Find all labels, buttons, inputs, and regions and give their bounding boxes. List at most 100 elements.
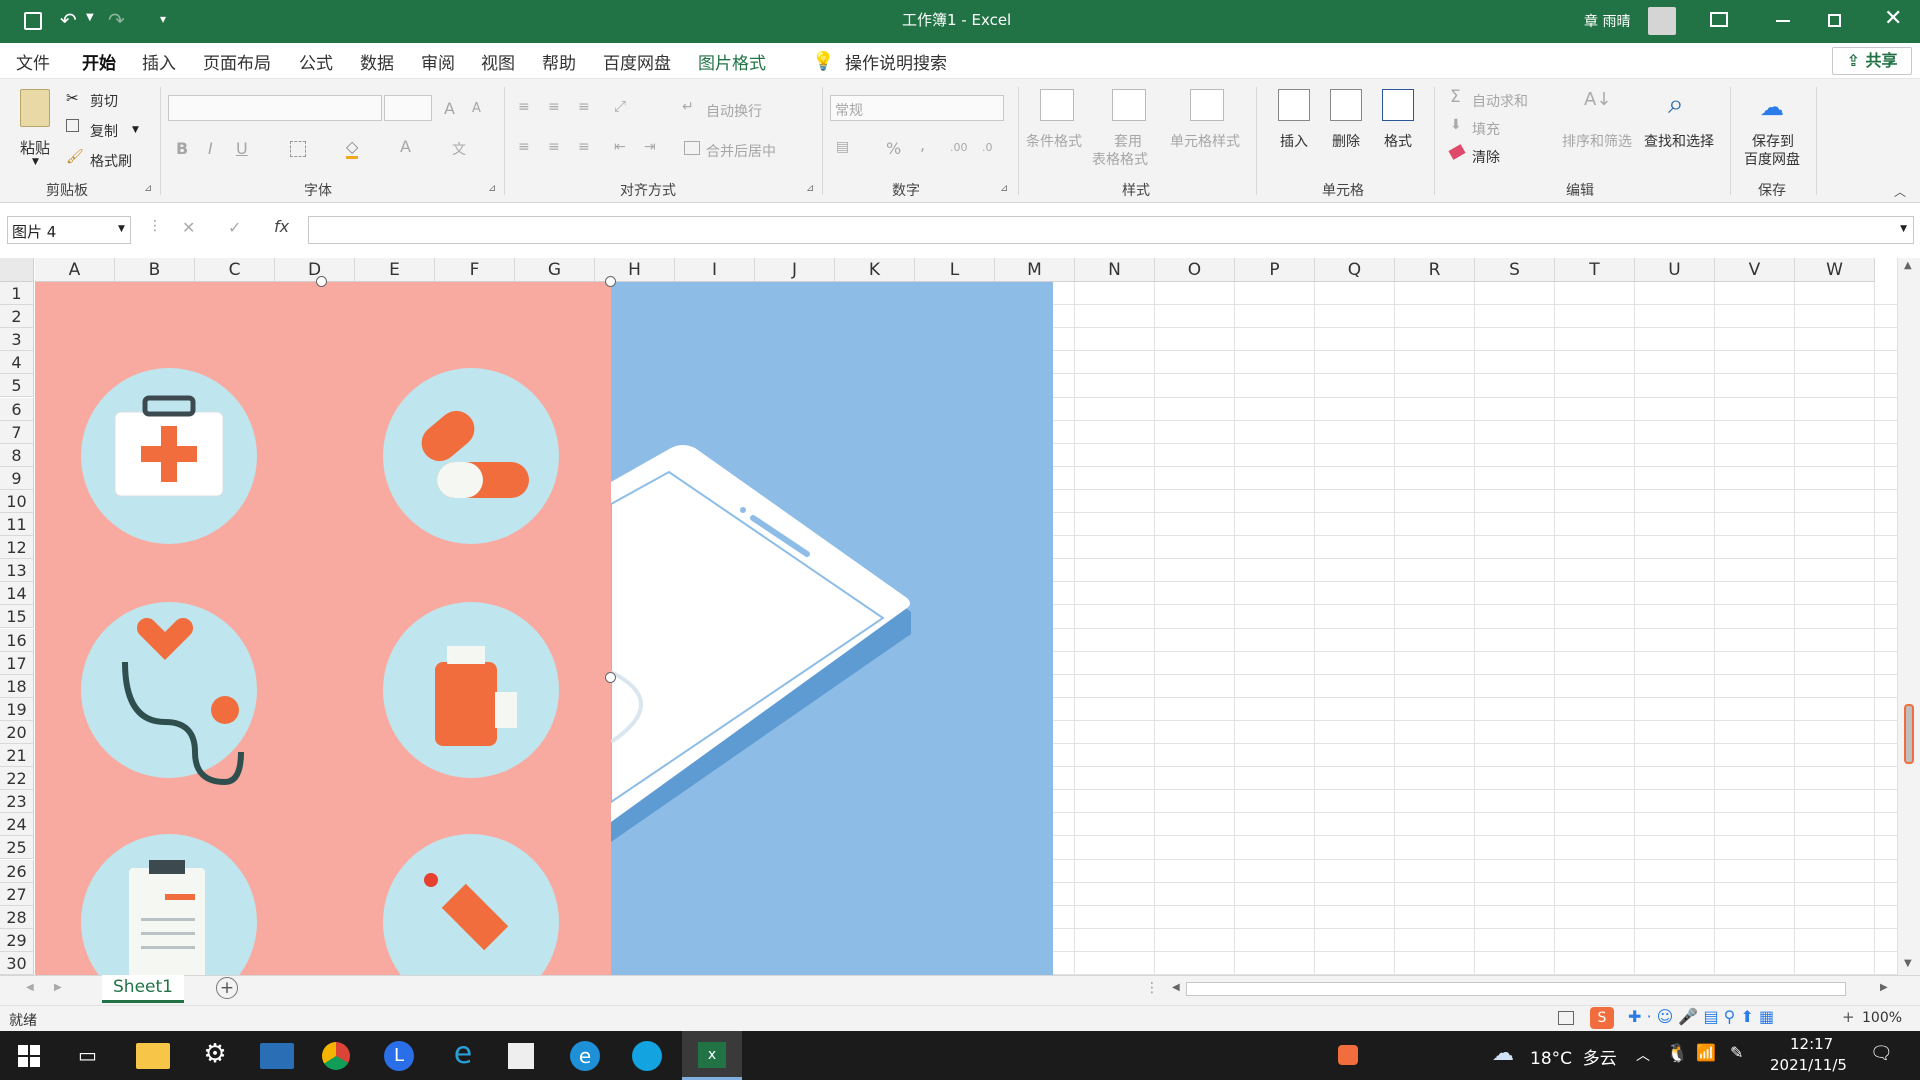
find-select-button[interactable]: 查找和选择: [1644, 131, 1714, 151]
wrap-text-button[interactable]: 自动换行: [706, 101, 762, 121]
photos-icon[interactable]: [260, 1043, 294, 1069]
tab-data[interactable]: 数据: [360, 49, 394, 74]
name-box[interactable]: 图片 4 ▼: [7, 216, 131, 244]
column-header[interactable]: D: [275, 258, 355, 282]
italic-button[interactable]: I: [208, 139, 213, 158]
page-layout-view-icon[interactable]: [1558, 1011, 1574, 1025]
accounting-icon[interactable]: ▤: [836, 139, 849, 155]
format-table-button-line2[interactable]: 表格格式: [1092, 149, 1148, 169]
worksheet-grid[interactable]: ABCDEFGHIJKLMNOPQRSTUVW 1 2 3 4 5 6 7 8 9 10 11 12 1…: [0, 258, 1920, 975]
sogou-ime-icon[interactable]: S: [1590, 1007, 1614, 1029]
column-header[interactable]: L: [915, 258, 995, 282]
shrink-font-button[interactable]: A: [472, 101, 481, 116]
customize-qat-icon[interactable]: ▾: [160, 12, 166, 26]
formula-input[interactable]: ▼: [308, 216, 1914, 244]
row-header[interactable]: 14: [0, 582, 34, 606]
font-color-button[interactable]: A: [400, 137, 411, 156]
tab-home[interactable]: 开始: [82, 49, 116, 82]
zoom-level[interactable]: 100%: [1862, 1010, 1902, 1026]
chrome-icon[interactable]: [322, 1042, 350, 1070]
tab-formulas[interactable]: 公式: [299, 49, 333, 74]
lightbulb-icon[interactable]: 💡: [812, 51, 834, 72]
row-header[interactable]: 28: [0, 905, 34, 929]
column-header[interactable]: A: [35, 258, 115, 282]
windows-start-icon[interactable]: [18, 1045, 40, 1067]
copy-button[interactable]: 复制: [90, 121, 118, 141]
conditional-format-button[interactable]: 条件格式: [1026, 131, 1082, 151]
format-cells-button[interactable]: 格式: [1384, 131, 1412, 151]
tell-me-search[interactable]: 操作说明搜索: [845, 49, 947, 74]
column-header[interactable]: Q: [1315, 258, 1395, 282]
row-header[interactable]: 18: [0, 674, 34, 698]
tab-page-layout[interactable]: 页面布局: [203, 49, 271, 74]
format-painter-button[interactable]: 格式刷: [90, 151, 132, 171]
row-header[interactable]: 29: [0, 928, 34, 952]
cut-button[interactable]: 剪切: [90, 91, 118, 111]
search-app-icon[interactable]: [632, 1041, 662, 1071]
row-header[interactable]: 6: [0, 397, 34, 421]
edge-icon[interactable]: e: [570, 1041, 600, 1071]
align-middle-icon[interactable]: ≡: [548, 99, 560, 115]
row-header[interactable]: 8: [0, 443, 34, 467]
column-header[interactable]: K: [835, 258, 915, 282]
column-header[interactable]: J: [755, 258, 835, 282]
phonetic-icon[interactable]: 文: [452, 139, 466, 159]
align-right-icon[interactable]: ≡: [578, 139, 590, 155]
tray-expand-icon[interactable]: ︿: [1636, 1045, 1650, 1065]
cancel-icon[interactable]: ✕: [182, 218, 195, 237]
weather-text[interactable]: 18°C 多云: [1530, 1044, 1617, 1069]
user-name[interactable]: 章 雨晴: [1584, 11, 1630, 31]
tab-view[interactable]: 视图: [481, 49, 515, 74]
row-header[interactable]: 17: [0, 651, 34, 675]
resize-handle[interactable]: [605, 276, 616, 287]
vertical-scrollbar[interactable]: ▲ ▼: [1897, 258, 1920, 975]
row-header[interactable]: 26: [0, 859, 34, 883]
column-header[interactable]: W: [1795, 258, 1875, 282]
column-header[interactable]: I: [675, 258, 755, 282]
orientation-icon[interactable]: ⤢: [614, 97, 626, 115]
row-header[interactable]: 2: [0, 305, 34, 329]
tab-review[interactable]: 审阅: [421, 49, 455, 74]
clock-time[interactable]: 12:17: [1790, 1035, 1833, 1053]
borders-icon[interactable]: [290, 141, 306, 157]
resize-handle[interactable]: [316, 276, 327, 287]
scroll-up-icon[interactable]: ▲: [1904, 260, 1912, 271]
paste-button[interactable]: 粘贴 ▼: [14, 87, 58, 169]
merge-center-button[interactable]: 合并后居中: [706, 141, 776, 161]
store-icon[interactable]: [508, 1043, 534, 1069]
redo-icon[interactable]: ↷: [108, 8, 125, 32]
row-header[interactable]: 3: [0, 328, 34, 352]
row-header[interactable]: 25: [0, 836, 34, 860]
collapse-ribbon-icon[interactable]: ︿: [1894, 183, 1906, 200]
percent-button[interactable]: %: [886, 139, 901, 158]
align-left-icon[interactable]: ≡: [518, 139, 530, 155]
tab-help[interactable]: 帮助: [542, 49, 576, 74]
clear-button[interactable]: 清除: [1472, 147, 1500, 167]
next-sheet-icon[interactable]: ▶: [54, 982, 62, 993]
scroll-left-icon[interactable]: ◀: [1172, 982, 1180, 993]
column-header[interactable]: O: [1155, 258, 1235, 282]
row-header[interactable]: 4: [0, 351, 34, 375]
sogou-tray-icon[interactable]: [1338, 1045, 1358, 1065]
tab-insert[interactable]: 插入: [142, 49, 176, 74]
column-header[interactable]: V: [1715, 258, 1795, 282]
insert-function-icon[interactable]: fx: [274, 217, 289, 236]
horizontal-scrollbar[interactable]: ◀ ▶: [1168, 979, 1894, 999]
row-header[interactable]: 15: [0, 605, 34, 629]
scroll-right-icon[interactable]: ▶: [1880, 982, 1888, 993]
close-icon[interactable]: ✕: [1884, 6, 1902, 31]
column-header[interactable]: P: [1235, 258, 1315, 282]
prev-sheet-icon[interactable]: ◀: [26, 982, 34, 993]
format-table-button-line1[interactable]: 套用: [1114, 131, 1142, 151]
dialog-launcher-icon[interactable]: ⊿: [806, 183, 814, 194]
split-handle-icon[interactable]: ⋮: [1145, 980, 1159, 996]
font-name-combo[interactable]: [168, 95, 382, 121]
select-all-corner[interactable]: [0, 258, 34, 282]
avatar[interactable]: [1648, 7, 1676, 35]
number-format-combo[interactable]: 常规: [830, 95, 1004, 121]
vertical-scroll-thumb[interactable]: [1904, 704, 1914, 764]
row-header[interactable]: 23: [0, 790, 34, 814]
align-center-icon[interactable]: ≡: [548, 139, 560, 155]
picture-phone[interactable]: [611, 282, 1053, 975]
row-header[interactable]: 9: [0, 466, 34, 490]
